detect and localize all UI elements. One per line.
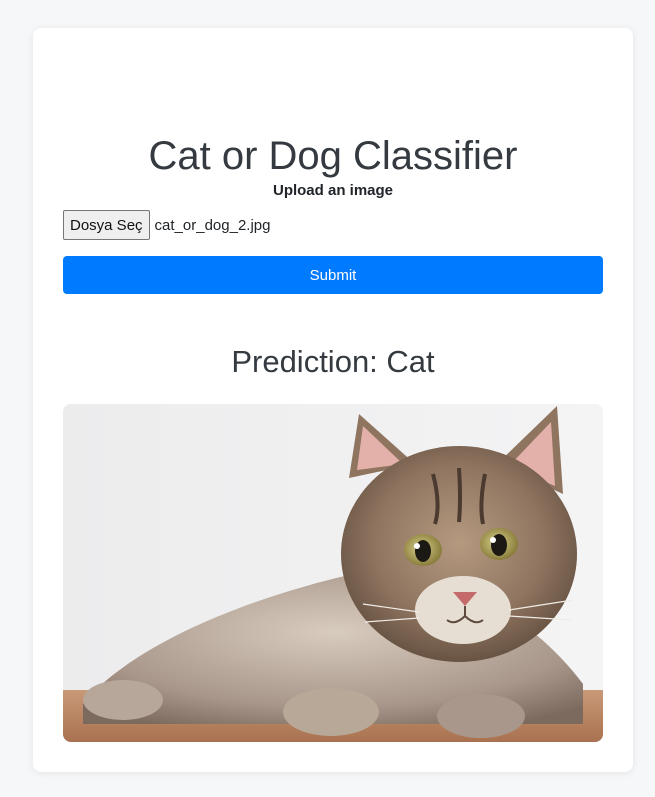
choose-file-button[interactable]: Dosya Seç (63, 210, 150, 240)
selected-file-name: cat_or_dog_2.jpg (154, 216, 271, 234)
submit-button[interactable]: Submit (63, 256, 603, 294)
prediction-result: Prediction: Cat (231, 344, 435, 379)
cat-photo-icon (63, 404, 603, 742)
uploaded-image (63, 404, 603, 742)
file-input[interactable]: Dosya Seç cat_or_dog_2.jpg (63, 210, 270, 240)
classifier-card: Cat or Dog Classifier Upload an image Do… (33, 28, 633, 772)
upload-label: Upload an image (272, 182, 394, 199)
page-title: Cat or Dog Classifier (148, 134, 518, 178)
